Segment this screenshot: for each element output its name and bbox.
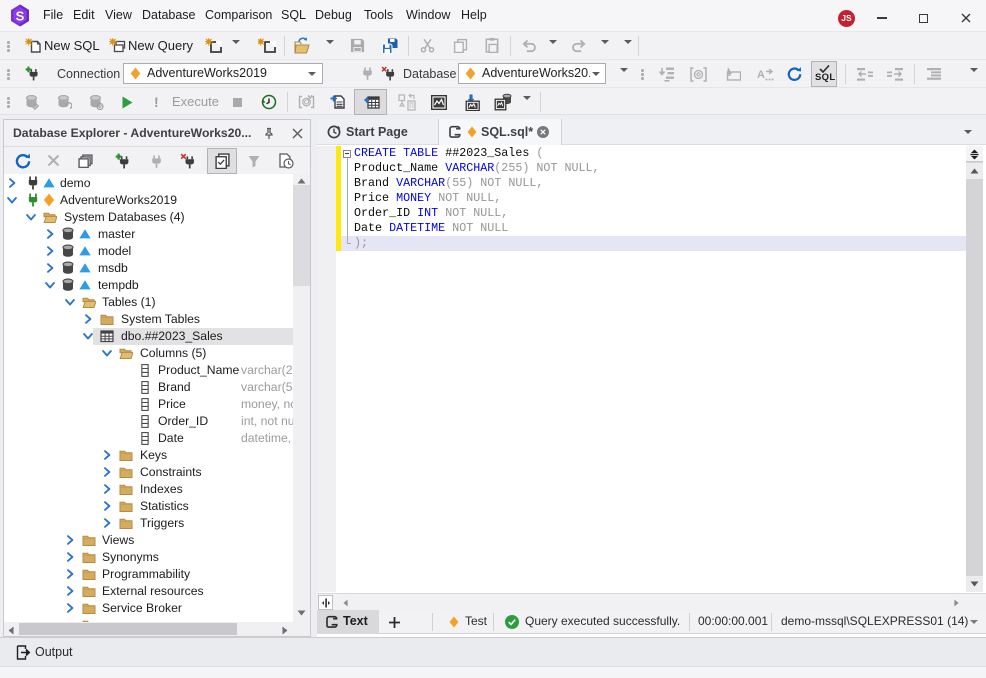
svg-text:A: A (757, 69, 765, 81)
svg-text:S: S (16, 9, 25, 24)
